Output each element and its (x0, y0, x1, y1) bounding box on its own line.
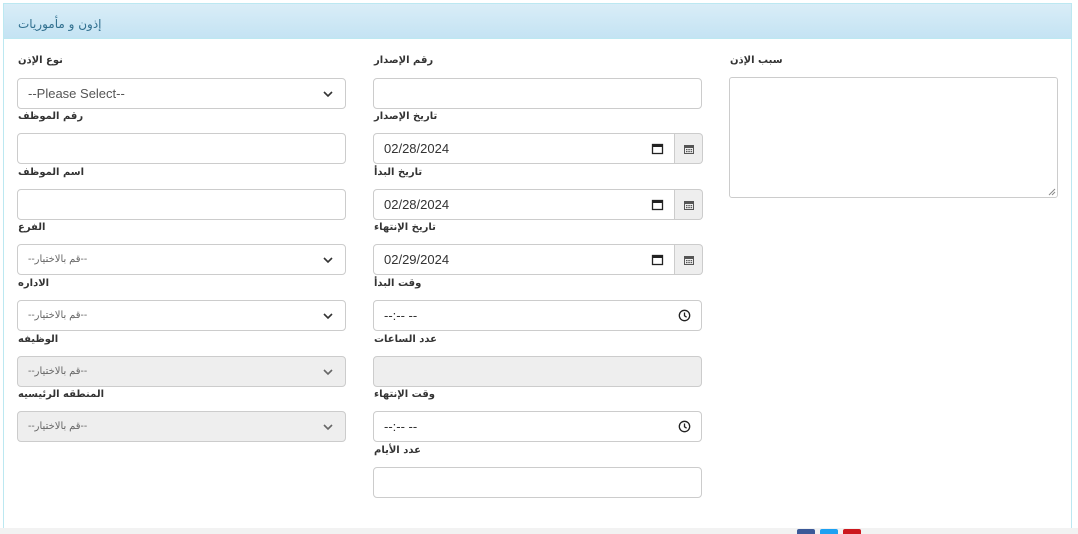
main-region-select: --قم بالاختيار-- (17, 411, 346, 442)
calendar-icon[interactable] (651, 142, 664, 155)
calendar-icon[interactable] (651, 198, 664, 211)
end-date-value: 02/29/2024 (384, 252, 450, 267)
calendar-addon-icon (683, 200, 694, 210)
chevron-down-icon (323, 423, 333, 430)
employee-number-input[interactable] (17, 133, 346, 164)
panel-heading: إذون و مأموريات (4, 4, 1071, 39)
footer-strip (0, 528, 1078, 534)
end-date-input[interactable]: 02/29/2024 (373, 244, 675, 275)
chevron-down-icon (323, 368, 333, 375)
reason-textarea[interactable] (729, 77, 1058, 198)
end-time-input[interactable]: --:-- -- (373, 411, 702, 442)
days-count-input[interactable] (373, 467, 702, 498)
permission-type-select[interactable]: --Please Select-- (17, 78, 346, 109)
calendar-addon-icon (683, 144, 694, 154)
end-date-label: تاريخ الإنتهاء (374, 222, 436, 233)
reason-label: سبب الإذن (730, 55, 783, 66)
start-date-value: 02/28/2024 (384, 197, 450, 212)
main-region-label: المنطقه الرئيسيه (18, 389, 105, 400)
start-date-label: تاريخ البدأ (374, 167, 423, 178)
chevron-down-icon (323, 90, 333, 97)
resize-grip-icon[interactable] (1047, 187, 1056, 196)
department-label: الاداره (18, 278, 50, 289)
chevron-down-icon (323, 256, 333, 263)
issue-date-input[interactable]: 02/28/2024 (373, 133, 675, 164)
branch-label: الفرع (18, 222, 46, 233)
clock-icon[interactable] (678, 420, 691, 433)
issue-number-input[interactable] (373, 78, 702, 109)
permission-type-label: نوع الإذن (18, 55, 63, 66)
hours-count-input (373, 356, 702, 387)
chevron-down-icon (323, 312, 333, 319)
youtube-icon[interactable] (843, 529, 861, 534)
issue-date-addon[interactable] (675, 133, 703, 164)
job-label: الوظيفه (18, 334, 59, 345)
main-region-value: --قم بالاختيار-- (28, 421, 88, 432)
start-time-input[interactable]: --:-- -- (373, 300, 702, 331)
twitter-icon[interactable] (820, 529, 838, 534)
days-count-label: عدد الأيام (374, 445, 421, 456)
calendar-icon[interactable] (651, 253, 664, 266)
issue-date-value: 02/28/2024 (384, 141, 450, 156)
start-time-label: وقت البدأ (374, 278, 422, 289)
end-date-addon[interactable] (675, 244, 703, 275)
job-select: --قم بالاختيار-- (17, 356, 346, 387)
hours-count-label: عدد الساعات (374, 334, 437, 345)
start-date-addon[interactable] (675, 189, 703, 220)
issue-number-label: رقم الإصدار (374, 55, 434, 66)
department-value: --قم بالاختيار-- (28, 310, 88, 321)
panel-title: إذون و مأموريات (18, 17, 102, 31)
start-date-input[interactable]: 02/28/2024 (373, 189, 675, 220)
facebook-icon[interactable] (797, 529, 815, 534)
clock-icon[interactable] (678, 309, 691, 322)
start-time-value: --:-- -- (384, 308, 418, 323)
branch-select[interactable]: --قم بالاختيار-- (17, 244, 346, 275)
permission-type-value: --Please Select-- (28, 86, 125, 101)
employee-name-label: اسم الموظف (18, 167, 85, 178)
issue-date-label: تاريخ الإصدار (374, 111, 438, 122)
end-time-value: --:-- -- (384, 419, 418, 434)
job-value: --قم بالاختيار-- (28, 366, 88, 377)
branch-value: --قم بالاختيار-- (28, 254, 88, 265)
employee-number-label: رقم الموظف (18, 111, 84, 122)
end-time-label: وقت الإنتهاء (374, 389, 436, 400)
calendar-addon-icon (683, 255, 694, 265)
employee-name-input[interactable] (17, 189, 346, 220)
department-select[interactable]: --قم بالاختيار-- (17, 300, 346, 331)
